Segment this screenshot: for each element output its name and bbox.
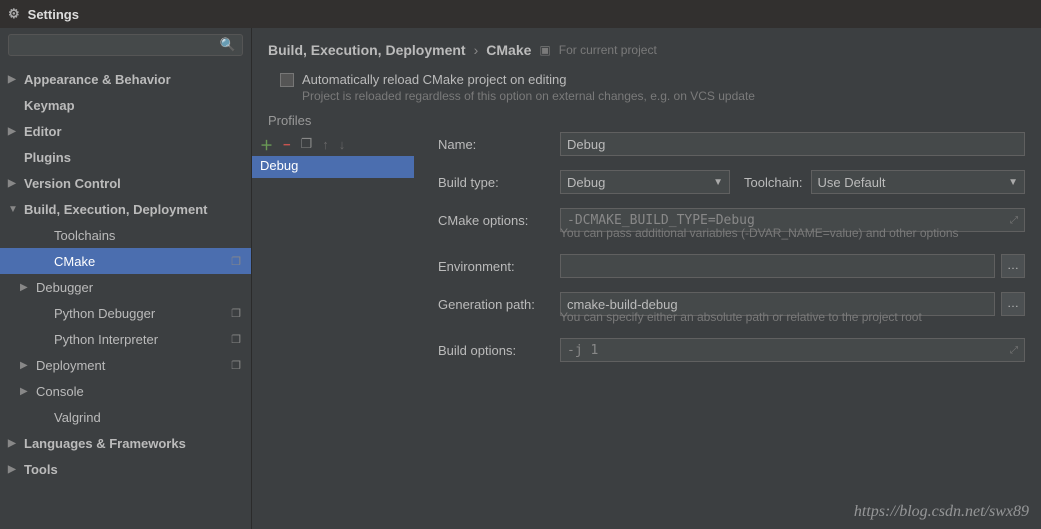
auto-reload-label: Automatically reload CMake project on ed… [302, 72, 566, 87]
sidebar-item[interactable]: Tools [0, 456, 251, 482]
sidebar-item-label: Tools [24, 462, 58, 477]
remove-profile-icon[interactable]: − [283, 137, 291, 152]
profiles-list: Debug [252, 156, 414, 529]
buildopts-label: Build options: [438, 343, 560, 358]
breadcrumb-sep: › [474, 42, 479, 58]
sidebar-item-label: Plugins [24, 150, 71, 165]
chevron-right-icon [8, 464, 20, 475]
sidebar-item[interactable]: Console [0, 378, 251, 404]
sidebar-item-label: Keymap [24, 98, 75, 113]
genpath-browse-button[interactable]: … [1001, 292, 1025, 316]
project-scope-icon: ❐ [231, 333, 241, 346]
search-box[interactable]: 🔍 [8, 34, 243, 56]
sidebar-item-label: Build, Execution, Deployment [24, 202, 207, 217]
chevron-right-icon [20, 360, 32, 371]
env-label: Environment: [438, 259, 560, 274]
env-input[interactable] [560, 254, 995, 278]
sidebar-item-label: Version Control [24, 176, 121, 191]
auto-reload-checkbox[interactable] [280, 73, 294, 87]
sidebar-item[interactable]: Python Interpreter ❐ [0, 326, 251, 352]
settings-sidebar: 🔍 Appearance & Behavior Keymap Editor Plugi… [0, 28, 252, 529]
sidebar-item[interactable]: Languages & Frameworks [0, 430, 251, 456]
profile-form: Name: Build type: Debug ▼ Toolchain: Use… [414, 132, 1041, 529]
buildtype-label: Build type: [438, 175, 560, 190]
settings-content: Build, Execution, Deployment › CMake ▣ F… [252, 28, 1041, 529]
breadcrumb-seg1: Build, Execution, Deployment [268, 42, 466, 58]
settings-tree: Appearance & Behavior Keymap Editor Plugins… [0, 62, 251, 529]
sidebar-item-label: Editor [24, 124, 62, 139]
project-scope-icon: ❐ [231, 307, 241, 320]
breadcrumb-hint: For current project [559, 43, 657, 57]
chevron-right-icon [8, 74, 20, 85]
sidebar-item-label: Console [36, 384, 84, 399]
env-browse-button[interactable]: … [1001, 254, 1025, 278]
sidebar-item-label: Toolchains [54, 228, 115, 243]
sidebar-item-label: Deployment [36, 358, 105, 373]
profiles-label: Profiles [252, 113, 1041, 132]
sidebar-item[interactable]: CMake ❐ [0, 248, 251, 274]
chevron-down-icon: ▼ [1008, 177, 1018, 188]
sidebar-item[interactable]: Deployment ❐ [0, 352, 251, 378]
expand-icon[interactable]: ⤢ [1010, 215, 1018, 226]
profile-item[interactable]: Debug [252, 156, 414, 178]
add-profile-icon[interactable]: ＋ [260, 135, 273, 154]
search-icon: 🔍 [220, 37, 236, 53]
sidebar-item[interactable]: Version Control [0, 170, 251, 196]
project-scope-icon: ❐ [231, 255, 241, 268]
window-title: Settings [28, 7, 79, 22]
name-label: Name: [438, 137, 560, 152]
copy-profile-icon[interactable]: ❐ [301, 136, 313, 152]
title-bar: ⚙ Settings [0, 0, 1041, 28]
sidebar-item[interactable]: Appearance & Behavior [0, 66, 251, 92]
chevron-right-icon [20, 282, 32, 293]
sidebar-item-label: Appearance & Behavior [24, 72, 171, 87]
sidebar-item-label: Valgrind [54, 410, 101, 425]
cmakeopts-hint: You can pass additional variables (-DVAR… [438, 226, 1025, 240]
buildopts-input[interactable]: -j 1 ⤢ [560, 338, 1025, 362]
sidebar-item-label: Python Interpreter [54, 332, 158, 347]
chevron-right-icon [8, 178, 20, 189]
breadcrumb: Build, Execution, Deployment › CMake ▣ F… [252, 28, 1041, 64]
auto-reload-hint: Project is reloaded regardless of this o… [252, 89, 1041, 113]
sidebar-item-label: Python Debugger [54, 306, 155, 321]
sidebar-item[interactable]: Valgrind [0, 404, 251, 430]
sidebar-item-label: CMake [54, 254, 95, 269]
cmakeopts-label: CMake options: [438, 213, 560, 228]
profiles-toolbar: ＋ − ❐ ↑ ↓ [252, 132, 414, 156]
sidebar-item[interactable]: Debugger [0, 274, 251, 300]
sidebar-item[interactable]: Plugins [0, 144, 251, 170]
chevron-down-icon [8, 204, 20, 215]
search-input[interactable] [15, 38, 220, 52]
project-scope-icon: ▣ [539, 43, 550, 57]
profiles-panel: ＋ − ❐ ↑ ↓ Debug [252, 132, 414, 529]
sidebar-item[interactable]: Editor [0, 118, 251, 144]
breadcrumb-seg2: CMake [486, 42, 531, 58]
sidebar-item[interactable]: Keymap [0, 92, 251, 118]
expand-icon[interactable]: ⤢ [1010, 345, 1018, 356]
name-input[interactable] [560, 132, 1025, 156]
toolchain-label: Toolchain: [744, 175, 803, 190]
gear-icon: ⚙ [8, 6, 20, 22]
sidebar-item-label: Debugger [36, 280, 93, 295]
move-up-icon: ↑ [322, 137, 329, 152]
sidebar-item[interactable]: Python Debugger ❐ [0, 300, 251, 326]
chevron-down-icon: ▼ [713, 177, 723, 188]
move-down-icon: ↓ [339, 137, 346, 152]
chevron-right-icon [20, 386, 32, 397]
sidebar-item-label: Languages & Frameworks [24, 436, 186, 451]
chevron-right-icon [8, 438, 20, 449]
project-scope-icon: ❐ [231, 359, 241, 372]
genpath-label: Generation path: [438, 297, 560, 312]
sidebar-item[interactable]: Toolchains [0, 222, 251, 248]
sidebar-item[interactable]: Build, Execution, Deployment [0, 196, 251, 222]
watermark: https://blog.csdn.net/swx89 [854, 503, 1029, 521]
buildtype-combo[interactable]: Debug ▼ [560, 170, 730, 194]
chevron-right-icon [8, 126, 20, 137]
toolchain-combo[interactable]: Use Default ▼ [811, 170, 1025, 194]
